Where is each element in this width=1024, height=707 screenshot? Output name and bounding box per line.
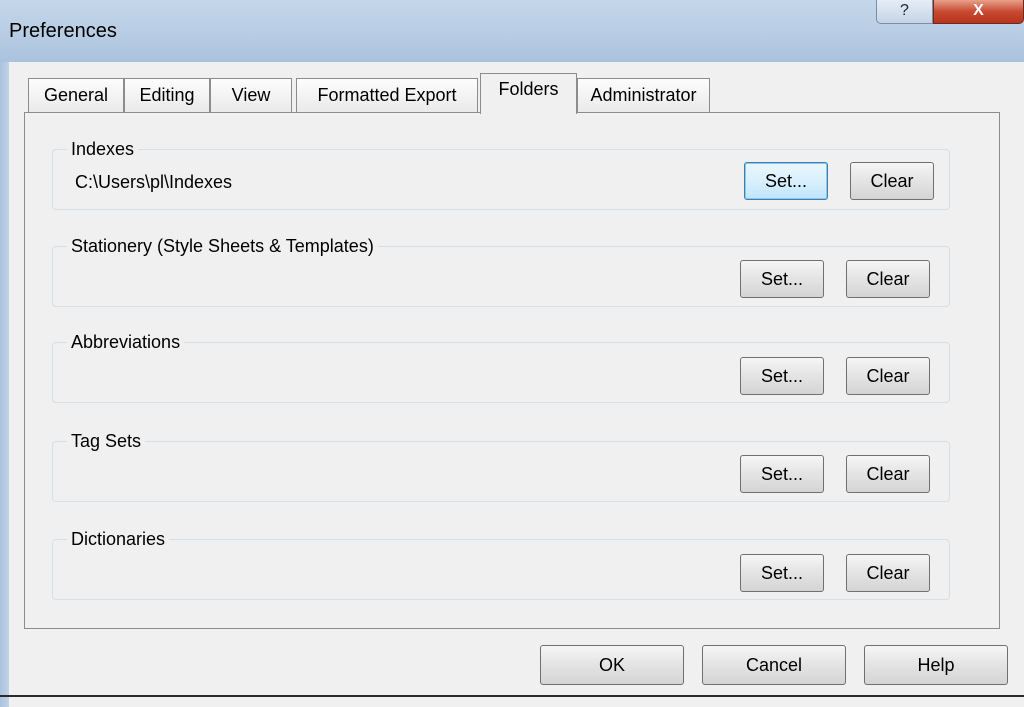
- tag-sets-group: Tag Sets Set... Clear: [52, 429, 950, 502]
- clear-button[interactable]: Clear: [846, 260, 930, 298]
- clear-button[interactable]: Clear: [850, 162, 934, 200]
- tab-formatted-export[interactable]: Formatted Export: [296, 78, 478, 113]
- window-frame: [0, 62, 9, 707]
- tab-folders[interactable]: Folders: [480, 73, 577, 114]
- set-button[interactable]: Set...: [740, 357, 824, 395]
- help-button[interactable]: Help: [864, 645, 1008, 685]
- close-icon[interactable]: X: [933, 0, 1024, 24]
- abbreviations-group: Abbreviations Set... Clear: [52, 330, 950, 403]
- group-label: Indexes: [67, 137, 139, 161]
- clear-button[interactable]: Clear: [846, 554, 930, 592]
- group-label: Stationery (Style Sheets & Templates): [67, 234, 378, 258]
- title-bar[interactable]: Preferences ? X: [0, 0, 1024, 62]
- set-button[interactable]: Set...: [740, 455, 824, 493]
- indexes-group: Indexes C:\Users\pl\Indexes Set... Clear: [52, 137, 950, 210]
- clear-button[interactable]: Clear: [846, 455, 930, 493]
- tab-general[interactable]: General: [28, 78, 124, 113]
- tab-editing[interactable]: Editing: [124, 78, 210, 113]
- tab-administrator[interactable]: Administrator: [577, 78, 710, 113]
- cancel-button[interactable]: Cancel: [702, 645, 846, 685]
- ok-button[interactable]: OK: [540, 645, 684, 685]
- set-button[interactable]: Set...: [744, 162, 828, 200]
- stationery-group: Stationery (Style Sheets & Templates) Se…: [52, 234, 950, 307]
- tab-view[interactable]: View: [210, 78, 292, 113]
- divider: [0, 695, 1024, 697]
- group-label: Abbreviations: [67, 330, 185, 354]
- preferences-dialog: Preferences ? X General Editing View For…: [0, 0, 1024, 707]
- set-button[interactable]: Set...: [740, 554, 824, 592]
- dictionaries-group: Dictionaries Set... Clear: [52, 527, 950, 600]
- group-label: Tag Sets: [67, 429, 146, 453]
- folder-path: C:\Users\pl\Indexes: [75, 172, 233, 192]
- window-title: Preferences: [9, 20, 117, 42]
- set-button[interactable]: Set...: [740, 260, 824, 298]
- folders-tab-panel: Indexes C:\Users\pl\Indexes Set... Clear…: [24, 112, 1000, 629]
- group-label: Dictionaries: [67, 527, 170, 551]
- clear-button[interactable]: Clear: [846, 357, 930, 395]
- help-icon[interactable]: ?: [876, 0, 933, 24]
